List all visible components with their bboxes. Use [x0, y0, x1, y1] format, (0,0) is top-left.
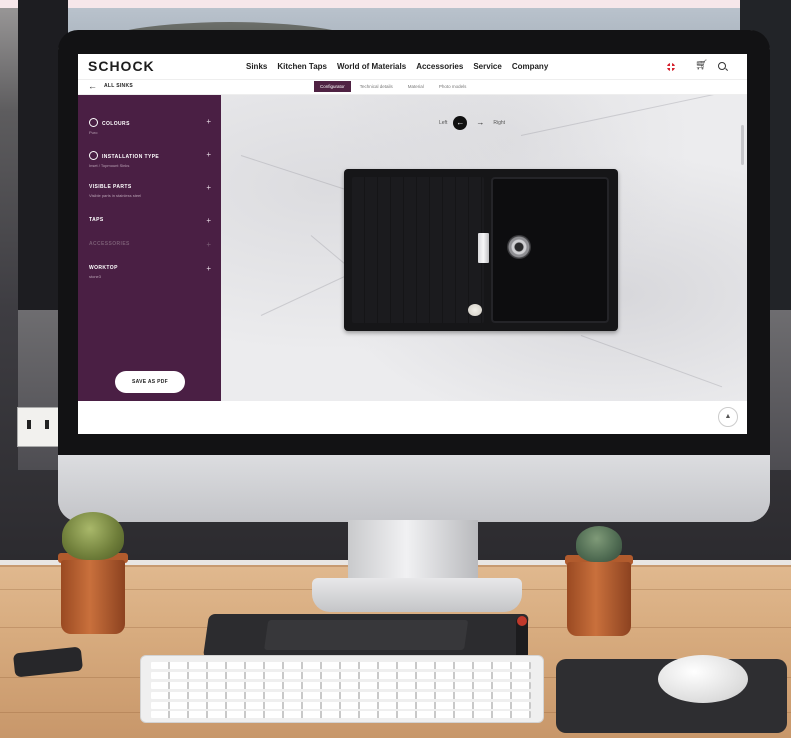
stylus-tip: [517, 616, 527, 626]
drawing-tablet: [202, 614, 530, 658]
main-nav: Sinks Kitchen Taps World of Materials Ac…: [246, 62, 548, 71]
monitor-stand-base: [312, 578, 522, 612]
save-as-pdf-button[interactable]: SAVE AS PDF: [115, 371, 185, 393]
computer-mouse: [658, 655, 748, 703]
tab-bar: Configurator Technical details Material …: [314, 81, 472, 92]
cactus-left: [62, 512, 124, 560]
sink-drainer: [352, 177, 484, 323]
sink-preview: [344, 169, 618, 331]
back-arrow-icon[interactable]: ←: [88, 81, 97, 91]
tab-material[interactable]: Material: [402, 81, 430, 92]
monitor-chin: [58, 455, 770, 522]
sidebar-item-visible-parts[interactable]: VISIBLE PARTS Visible parts in stainless…: [89, 183, 211, 198]
sidebar-item-subtitle: Puro: [89, 130, 98, 135]
nav-company[interactable]: Company: [512, 62, 548, 71]
plus-icon: +: [206, 240, 211, 249]
arrow-left-icon[interactable]: ←: [453, 116, 468, 130]
circle-icon: [89, 151, 98, 160]
tab-photo-models[interactable]: Photo models: [433, 81, 473, 92]
plus-icon[interactable]: +: [206, 183, 211, 192]
keyboard: [140, 655, 544, 723]
flag-icon[interactable]: [667, 63, 675, 71]
overflow-icon: [468, 304, 482, 316]
sidebar-item-installation-type[interactable]: INSTALLATION TYPE Inset / Topmount Sinks…: [89, 150, 211, 168]
nav-accessories[interactable]: Accessories: [416, 62, 463, 71]
plus-icon[interactable]: +: [206, 264, 211, 273]
canvas-scrollbar[interactable]: [741, 125, 744, 165]
plant-pot-right: [567, 562, 631, 636]
sink-side-toggle: Left ← → Right: [439, 116, 505, 130]
sidebar-item-worktop[interactable]: WORKTOP stone3 +: [89, 264, 211, 279]
cart-icon[interactable]: 🛒︎: [695, 60, 708, 71]
left-label: Left: [439, 120, 448, 126]
circle-icon: [89, 118, 98, 127]
cactus-right: [576, 526, 622, 562]
configurator-sidebar: COLOURS Puro + INSTALLATION TYPE Inset /…: [78, 95, 221, 401]
sidebar-item-subtitle: stone3: [89, 274, 102, 279]
arrow-right-icon[interactable]: →: [473, 116, 487, 130]
monitor-screen: SCHOCK Sinks Kitchen Taps World of Mater…: [78, 54, 747, 434]
sub-navigation: ← ALL SINKS Configurator Technical detai…: [78, 80, 747, 95]
top-strip: [0, 0, 791, 8]
sidebar-item-subtitle: Inset / Topmount Sinks: [89, 163, 130, 168]
sidebar-item-subtitle: Visible parts in stainless steel: [89, 193, 142, 198]
drain-icon: [507, 235, 531, 259]
sidebar-item-colours[interactable]: COLOURS Puro +: [89, 117, 211, 135]
plus-icon[interactable]: +: [206, 117, 211, 126]
plus-icon[interactable]: +: [206, 150, 211, 159]
search-icon[interactable]: [718, 62, 726, 70]
nav-kitchen-taps[interactable]: Kitchen Taps: [277, 62, 327, 71]
sidebar-item-taps[interactable]: TAPS +: [89, 216, 211, 225]
nav-sinks[interactable]: Sinks: [246, 62, 267, 71]
tab-configurator[interactable]: Configurator: [314, 81, 351, 92]
site-header: SCHOCK Sinks Kitchen Taps World of Mater…: [78, 54, 747, 80]
sidebar-item-accessories: ACCESSORIES +: [89, 240, 211, 249]
chevron-up-icon[interactable]: ▲: [718, 407, 738, 427]
nav-world-of-materials[interactable]: World of Materials: [337, 62, 406, 71]
screen-footer: ▲: [78, 401, 747, 434]
nav-service[interactable]: Service: [473, 62, 501, 71]
plant-pot-left: [61, 560, 125, 634]
wall-socket: [17, 407, 61, 447]
tab-technical-details[interactable]: Technical details: [354, 81, 399, 92]
tap-hole-cover: [478, 233, 489, 263]
right-label: Right: [493, 120, 506, 126]
schock-logo[interactable]: SCHOCK: [88, 58, 155, 74]
configurator-canvas: Left ← → Right: [221, 95, 747, 401]
plus-icon[interactable]: +: [206, 216, 211, 225]
all-sinks-link[interactable]: ALL SINKS: [104, 83, 133, 89]
